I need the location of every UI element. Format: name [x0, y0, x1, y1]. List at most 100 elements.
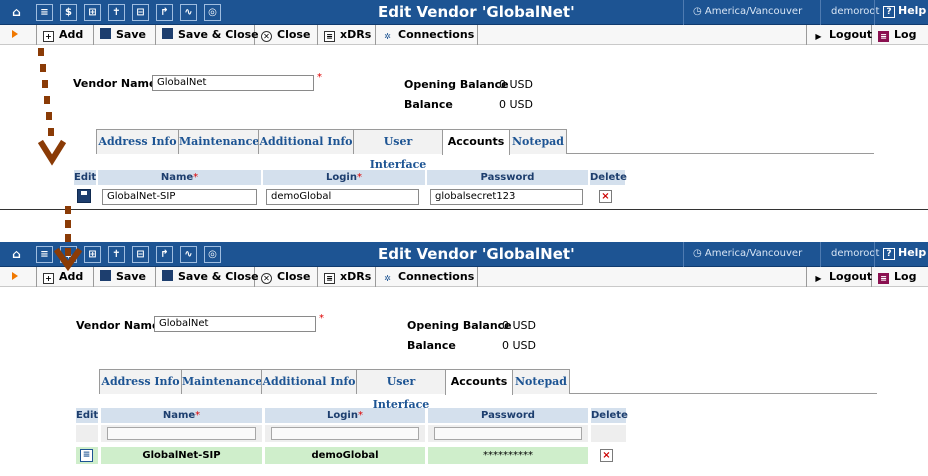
add-button[interactable]: + Add [36, 25, 94, 45]
question-icon: ? [883, 248, 895, 260]
annotation-dot [38, 48, 44, 56]
save-close-button[interactable]: Save & Close [156, 267, 259, 287]
save-icon [100, 28, 111, 39]
annotation-dot [65, 220, 71, 228]
filter-login [265, 425, 425, 442]
filter-name-input[interactable] [107, 427, 256, 440]
column-header-login: Login* [265, 408, 425, 423]
home-icon[interactable]: ⌂ [8, 246, 25, 263]
log-button[interactable]: ≡ Log [872, 25, 928, 45]
connections-button[interactable]: ✲ Connections [376, 25, 478, 45]
xdrs-button[interactable]: ≡ xDRs [318, 25, 376, 45]
delete-icon[interactable]: × [599, 190, 612, 203]
network-icon[interactable]: ⊟ [132, 246, 149, 263]
save-close-button[interactable]: Save & Close [156, 25, 259, 45]
log-icon: ≡ [878, 31, 889, 42]
chart-icon[interactable]: ∿ [180, 246, 197, 263]
vendor-name-field[interactable]: GlobalNet [154, 316, 316, 332]
list-icon[interactable]: ≡ [36, 246, 53, 263]
save-row-icon[interactable] [77, 189, 91, 203]
account-name-field[interactable]: GlobalNet-SIP [102, 189, 257, 205]
tab-user-interface[interactable]: User Interface [356, 369, 446, 411]
annotation-dot [65, 234, 71, 242]
opening-balance-value: 0 USD [502, 319, 536, 332]
vendor-name-field[interactable]: GlobalNet [152, 75, 314, 91]
network-icon[interactable]: ⊟ [132, 4, 149, 21]
toolbar-arrow-icon [12, 272, 18, 280]
user-link[interactable]: demoroot [831, 6, 879, 17]
tab-accounts[interactable]: Accounts [445, 369, 513, 395]
logout-icon: ▶ [815, 274, 822, 283]
tab-notepad[interactable]: Notepad [512, 369, 570, 394]
person-icon[interactable]: ✝ [108, 4, 125, 21]
connections-icon: ✲ [384, 32, 391, 41]
grid-icon[interactable]: ⊞ [84, 246, 101, 263]
user-link[interactable]: demoroot [831, 248, 879, 259]
tab-maintenance[interactable]: Maintenance [181, 369, 262, 394]
opening-balance-label: Opening Balance [407, 319, 512, 332]
help-link[interactable]: ? Help [883, 246, 926, 260]
timezone-link[interactable]: ◷ America/Vancouver [693, 248, 802, 259]
close-button[interactable]: ✕ Close [255, 267, 318, 287]
help-link[interactable]: ? Help [883, 4, 926, 18]
required-mark: * [317, 72, 322, 83]
timezone-link[interactable]: ◷ America/Vancouver [693, 6, 802, 17]
tab-additional-info[interactable]: Additional Info [258, 129, 354, 154]
log-button[interactable]: ≡ Log [872, 267, 928, 287]
list-icon[interactable]: ≡ [36, 4, 53, 21]
close-icon: ✕ [261, 31, 272, 42]
balance-value: 0 USD [502, 339, 536, 352]
tab-address-info[interactable]: Address Info [96, 129, 179, 154]
close-icon: ✕ [261, 273, 272, 284]
connections-button[interactable]: ✲ Connections [376, 267, 478, 287]
search-icon[interactable]: ◎ [204, 4, 221, 21]
home-icon[interactable]: ⌂ [8, 4, 25, 21]
column-header-name: Name* [101, 408, 262, 423]
save-button[interactable]: Save [94, 267, 156, 287]
column-header-password: Password [427, 170, 588, 185]
save-button[interactable]: Save [94, 25, 156, 45]
annotation-dot [48, 128, 54, 136]
save-icon [100, 270, 111, 281]
tab-bar: Address Info Maintenance Additional Info… [96, 129, 874, 171]
vendor-name-label: Vendor Name [76, 319, 160, 332]
column-header-delete: Delete [591, 408, 628, 423]
search-icon[interactable]: ◎ [204, 246, 221, 263]
tab-maintenance[interactable]: Maintenance [178, 129, 259, 154]
column-header-password: Password [428, 408, 588, 423]
delete-icon[interactable]: × [600, 449, 613, 462]
xdrs-button[interactable]: ≡ xDRs [318, 267, 376, 287]
close-button[interactable]: ✕ Close [255, 25, 318, 45]
annotation-dot [42, 80, 48, 88]
tab-additional-info[interactable]: Additional Info [261, 369, 357, 394]
tab-notepad[interactable]: Notepad [509, 129, 567, 154]
routing-icon[interactable]: ↱ [156, 246, 173, 263]
add-icon: + [43, 273, 54, 284]
vendor-name-label: Vendor Name [73, 77, 157, 90]
chart-icon[interactable]: ∿ [180, 4, 197, 21]
grid-icon[interactable]: ⊞ [84, 4, 101, 21]
question-icon: ? [883, 6, 895, 18]
edit-row-icon[interactable]: ≡ [80, 449, 93, 462]
action-toolbar: + Add Save Save & Close ✕ Close ≡ xDRs ✲ Con… [0, 267, 928, 287]
filter-login-input[interactable] [271, 427, 419, 440]
filter-password-input[interactable] [434, 427, 582, 440]
annotation-arrowhead-icon [38, 139, 66, 166]
tab-user-interface[interactable]: User Interface [353, 129, 443, 171]
annotation-dot [65, 206, 71, 214]
account-password-field[interactable]: globalsecret123 [430, 189, 583, 205]
filter-name [101, 425, 262, 442]
routing-icon[interactable]: ↱ [156, 4, 173, 21]
logout-button[interactable]: ▶ Logout [806, 267, 872, 287]
dollar-icon[interactable]: $ [60, 4, 77, 21]
tab-address-info[interactable]: Address Info [99, 369, 182, 394]
column-header-name: Name* [98, 170, 261, 185]
column-header-delete: Delete [590, 170, 627, 185]
tab-accounts[interactable]: Accounts [442, 129, 510, 155]
person-icon[interactable]: ✝ [108, 246, 125, 263]
logout-icon: ▶ [815, 32, 822, 41]
opening-balance-value: 0 USD [499, 78, 533, 91]
save-close-icon [162, 270, 173, 281]
account-login-field[interactable]: demoGlobal [266, 189, 419, 205]
logout-button[interactable]: ▶ Logout [806, 25, 872, 45]
